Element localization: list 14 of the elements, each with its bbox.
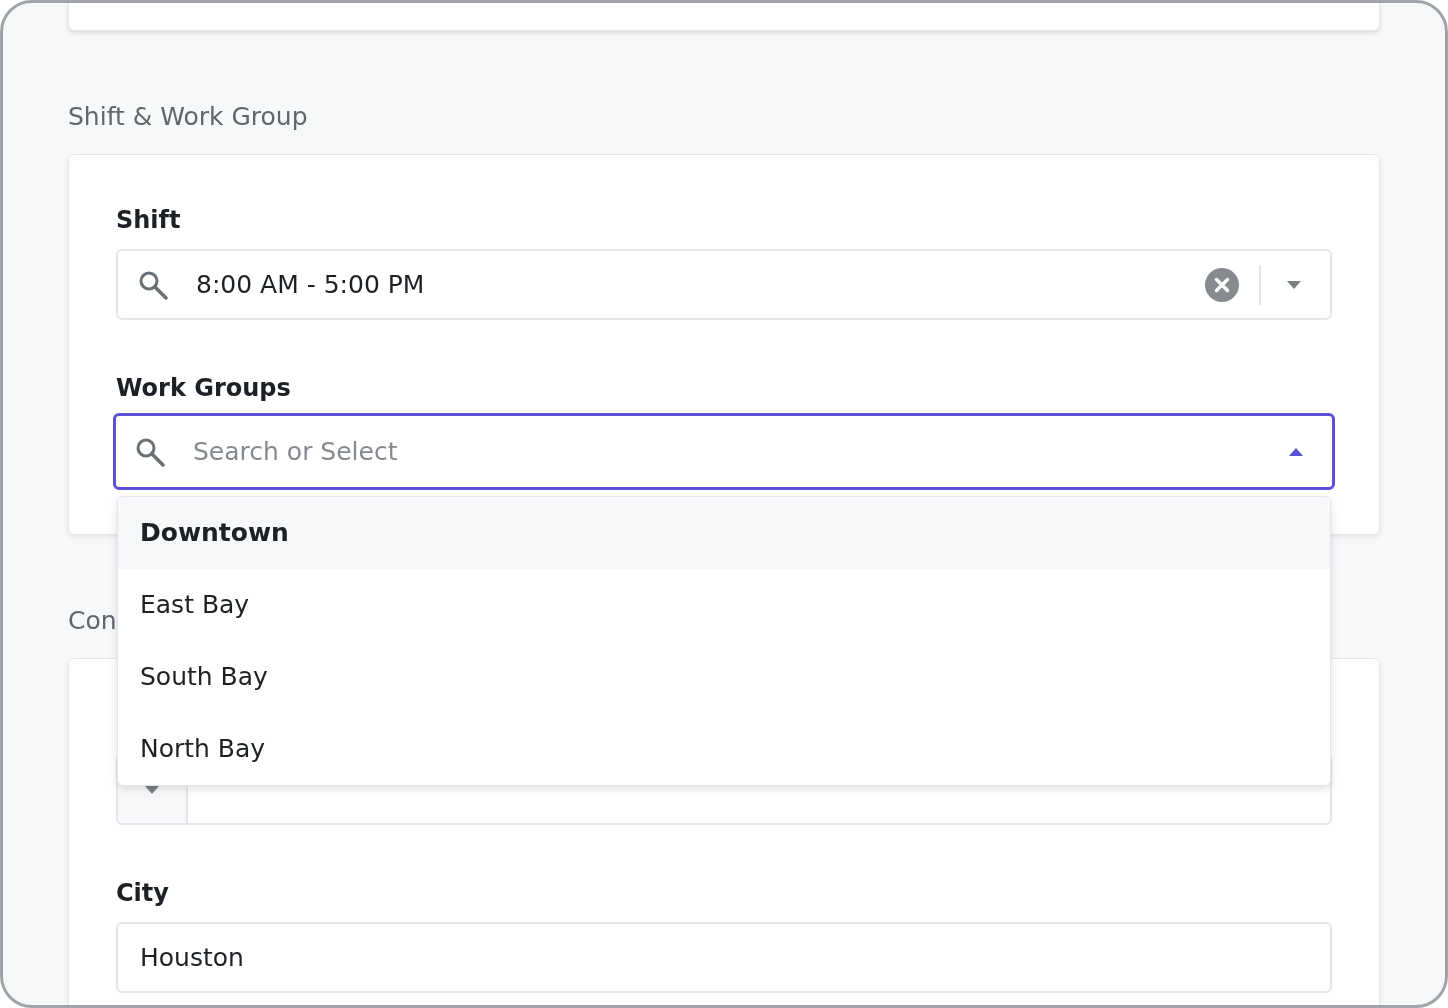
section-title: Shift & Work Group <box>68 101 308 133</box>
field-label: Shift <box>116 206 182 234</box>
dropdown-option[interactable]: North Bay <box>118 713 1330 785</box>
dropdown-option[interactable]: Downtown <box>118 497 1330 569</box>
field-label: City <box>116 879 170 907</box>
field-label: Work Groups <box>116 374 292 402</box>
dropdown-option[interactable]: East Bay <box>118 569 1330 641</box>
search-icon <box>138 269 168 300</box>
section-title: Con <box>68 605 117 637</box>
dropdown-option[interactable]: South Bay <box>118 641 1330 713</box>
search-icon <box>135 436 165 467</box>
select-field[interactable]: 8:00 AM - 5:00 PM <box>116 249 1332 320</box>
clear-icon[interactable] <box>1205 267 1239 302</box>
text-field[interactable]: Houston <box>116 922 1332 993</box>
